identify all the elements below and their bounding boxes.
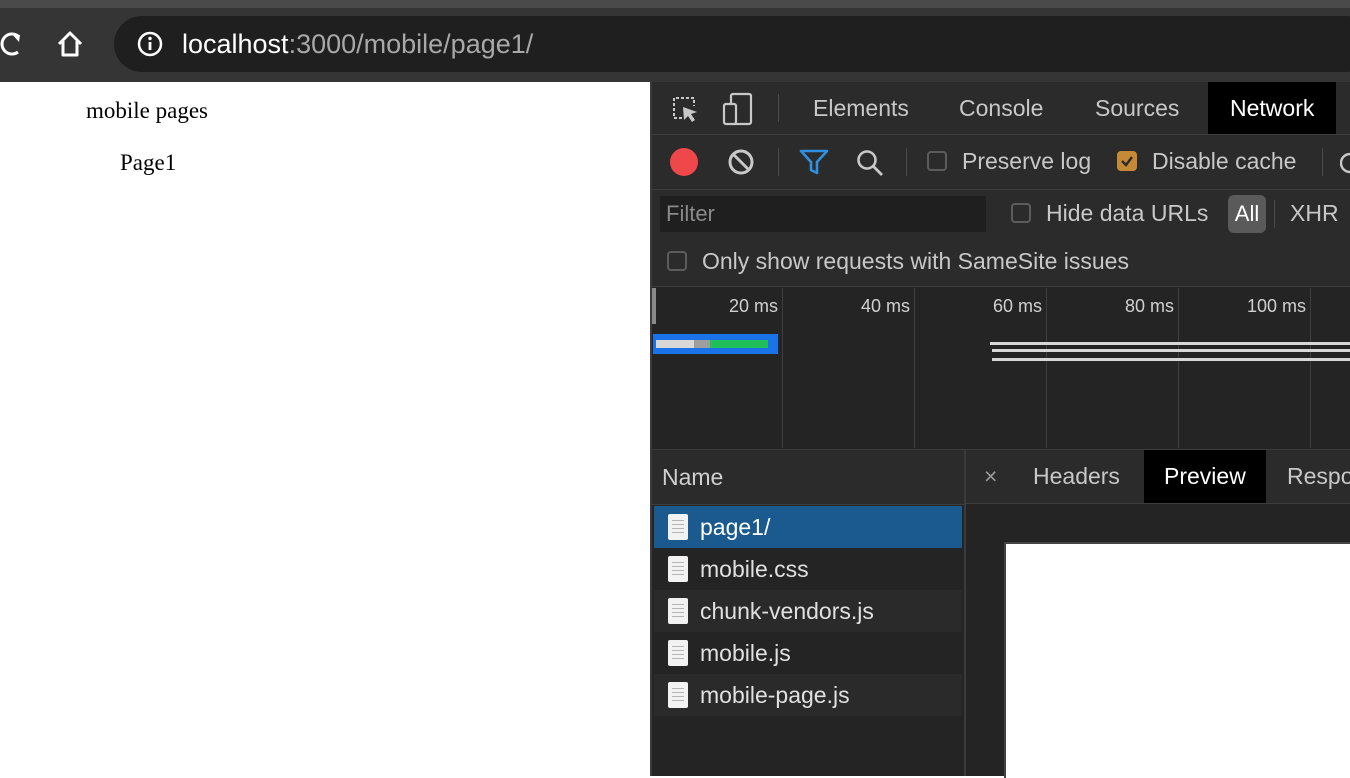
url-text[interactable]: localhost:3000/mobile/page1/ bbox=[182, 26, 533, 62]
document-icon bbox=[668, 682, 688, 708]
hide-data-urls-label: Hide data URLs bbox=[1046, 200, 1209, 226]
name-column-header[interactable]: Name bbox=[652, 450, 964, 505]
request-bar-waiting bbox=[656, 340, 694, 348]
request-name: page1/ bbox=[700, 514, 771, 540]
type-filter-xhr[interactable]: XHR bbox=[1290, 200, 1339, 227]
throttling-icon[interactable] bbox=[1339, 151, 1350, 180]
samesite-label: Only show requests with SameSite issues bbox=[702, 248, 1129, 274]
document-icon bbox=[668, 514, 688, 540]
hide-data-urls-checkbox[interactable] bbox=[1011, 203, 1031, 223]
tick-label: 40 ms bbox=[860, 296, 910, 316]
tab-sources[interactable]: Sources bbox=[1095, 82, 1179, 134]
page-heading: mobile pages bbox=[86, 98, 208, 123]
type-filter-all[interactable]: All bbox=[1228, 195, 1266, 233]
grid-line bbox=[1310, 288, 1311, 448]
request-name: mobile-page.js bbox=[700, 682, 850, 708]
request-row[interactable]: chunk-vendors.js bbox=[654, 590, 962, 632]
disable-cache-label: Disable cache bbox=[1152, 148, 1297, 174]
inspect-element-icon[interactable] bbox=[670, 94, 700, 129]
request-name: mobile.css bbox=[700, 556, 809, 582]
tab-preview[interactable]: Preview bbox=[1144, 450, 1266, 503]
request-bar bbox=[990, 342, 1350, 345]
preserve-log-checkbox[interactable] bbox=[927, 151, 947, 171]
samesite-checkbox[interactable] bbox=[667, 251, 687, 271]
record-icon[interactable] bbox=[670, 148, 698, 176]
request-row[interactable]: page1/ bbox=[654, 506, 962, 548]
divider bbox=[778, 148, 779, 176]
tab-network[interactable]: Network bbox=[1208, 82, 1337, 134]
reload-icon[interactable] bbox=[0, 28, 24, 60]
divider bbox=[778, 94, 779, 122]
url-host: localhost bbox=[182, 29, 289, 59]
close-detail-icon[interactable]: × bbox=[984, 450, 997, 503]
request-row[interactable]: mobile-page.js bbox=[654, 674, 962, 716]
clear-icon[interactable] bbox=[727, 148, 755, 181]
tab-headers[interactable]: Headers bbox=[1033, 450, 1120, 503]
page-link[interactable]: Page1 bbox=[120, 150, 176, 176]
grid-line bbox=[1046, 288, 1047, 448]
divider bbox=[906, 148, 907, 176]
page-viewport bbox=[0, 82, 650, 776]
grid-line bbox=[1178, 288, 1179, 448]
overview-handle[interactable] bbox=[652, 288, 656, 324]
divider bbox=[1274, 200, 1275, 228]
url-path: :3000/mobile/page1/ bbox=[288, 29, 534, 59]
search-icon[interactable] bbox=[855, 148, 885, 183]
preserve-log-label: Preserve log bbox=[962, 148, 1092, 174]
document-icon bbox=[668, 640, 688, 666]
request-bar-queued bbox=[694, 340, 710, 348]
preview-frame bbox=[1004, 542, 1350, 778]
request-bar bbox=[992, 349, 1350, 352]
request-bar bbox=[992, 358, 1350, 361]
request-name: mobile.js bbox=[700, 640, 791, 666]
tick-label: 20 ms bbox=[728, 296, 778, 316]
grid-line bbox=[914, 288, 915, 448]
home-icon[interactable] bbox=[54, 28, 86, 60]
tick-label: 80 ms bbox=[1124, 296, 1174, 316]
grid-line bbox=[782, 288, 783, 448]
request-name: chunk-vendors.js bbox=[700, 598, 874, 624]
tab-elements[interactable]: Elements bbox=[813, 82, 909, 134]
tick-label: 60 ms bbox=[992, 296, 1042, 316]
request-row[interactable]: mobile.css bbox=[654, 548, 962, 590]
tab-strip bbox=[0, 0, 1350, 8]
tick-label: 100 ms bbox=[1246, 296, 1306, 316]
filter-icon[interactable] bbox=[799, 148, 829, 181]
request-bar-download bbox=[710, 340, 768, 348]
divider bbox=[1322, 148, 1323, 176]
request-row[interactable]: mobile.js bbox=[654, 632, 962, 674]
device-toolbar-icon[interactable] bbox=[722, 92, 756, 131]
document-icon bbox=[668, 598, 688, 624]
document-icon bbox=[668, 556, 688, 582]
info-icon[interactable] bbox=[136, 30, 164, 58]
disable-cache-checkbox[interactable] bbox=[1117, 151, 1137, 171]
filter-input[interactable] bbox=[660, 196, 986, 232]
tab-response[interactable]: Respo bbox=[1287, 450, 1350, 503]
tab-console[interactable]: Console bbox=[959, 82, 1043, 134]
